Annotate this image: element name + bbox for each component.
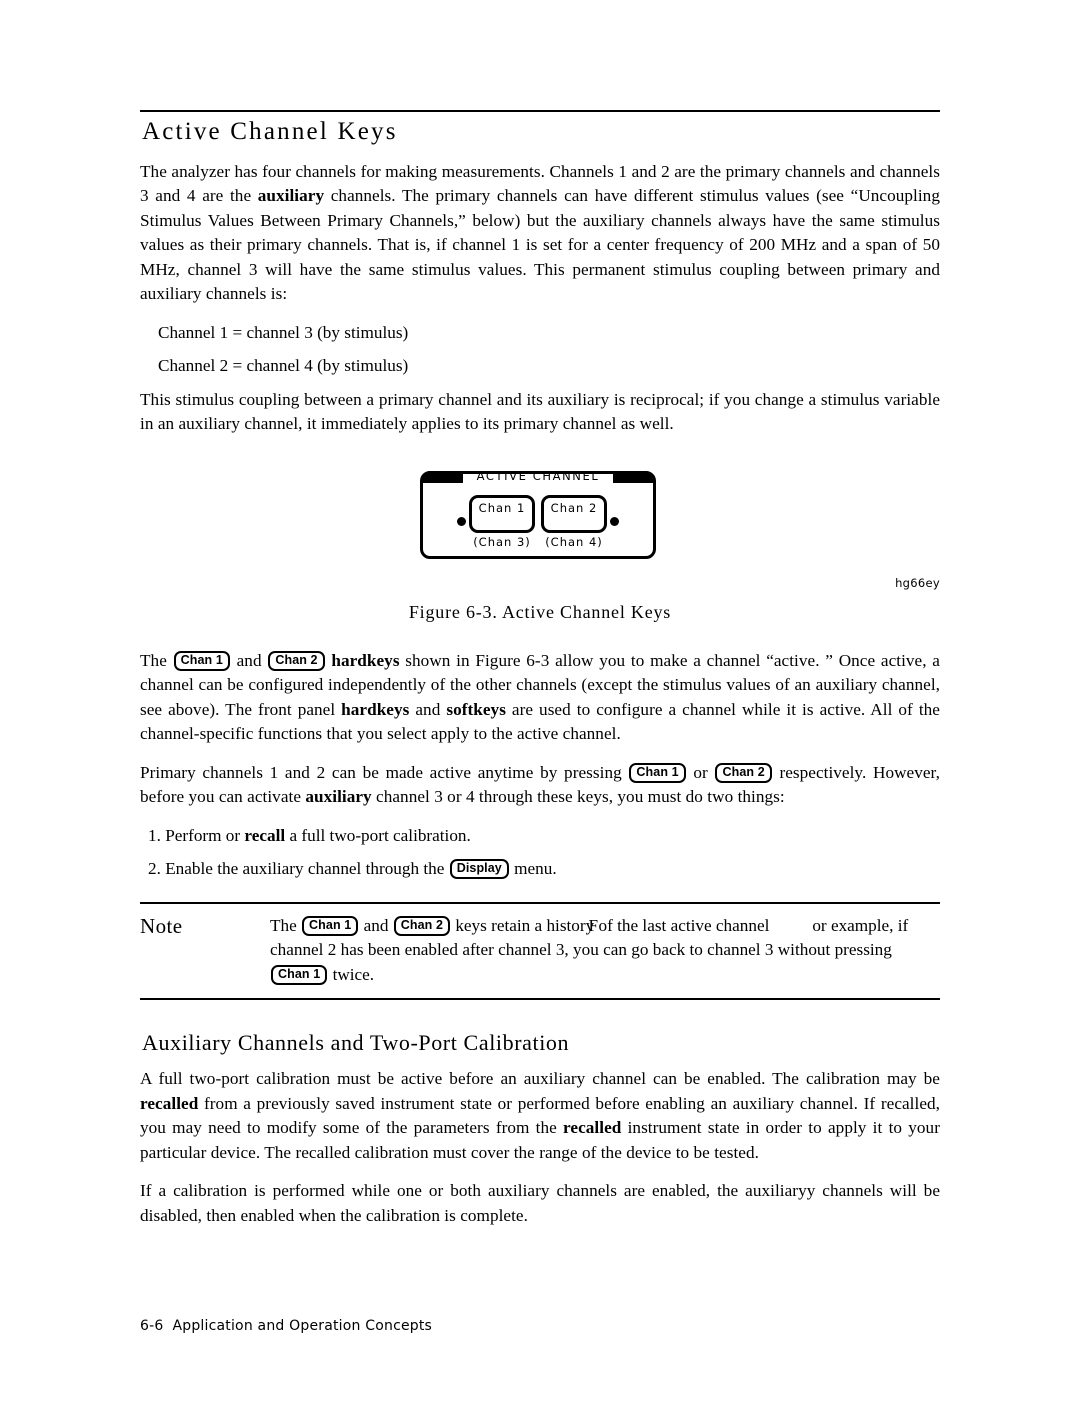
intro-paragraph-1: The analyzer has four channels for makin… <box>140 160 940 307</box>
af-p2-bold-auxiliary: auxiliary <box>305 787 372 806</box>
front-panel-illustration: ACTIVE CHANNEL Chan 1 (Chan 3) Chan 2 (C… <box>420 468 660 559</box>
intro-paragraph-2: This stimulus coupling between a primary… <box>140 389 940 434</box>
note-a: The <box>270 915 302 935</box>
page-title: Active Channel Keys <box>142 118 398 145</box>
footer-label: Application and Operation Concepts <box>172 1318 433 1334</box>
page-content: Active Channel Keys The analyzer has fou… <box>140 110 940 1242</box>
aux-p1-bold-recalled-2: recalled <box>563 1118 622 1138</box>
panel-dot-left-icon <box>457 517 466 526</box>
step1-bold-recall: recall <box>244 825 286 845</box>
panel-title-label: ACTIVE CHANNEL <box>476 468 600 483</box>
step1-a: 1. Perform or <box>148 825 245 845</box>
hardkey-display[interactable]: Display <box>449 859 509 879</box>
hardkey-chan-2-press[interactable]: Chan 2 <box>715 762 772 783</box>
note-c: keys retain a his <box>451 915 567 935</box>
note-rule-bottom <box>140 998 940 1000</box>
panel-bar-right <box>612 470 653 483</box>
hardkey-chan-2-note[interactable]: Chan 2 <box>393 915 451 936</box>
heading-rule <box>140 110 940 112</box>
coupling-line-2: Channel 2 = channel 4 (by stimulus) <box>158 356 409 375</box>
panel-body: Chan 1 (Chan 3) Chan 2 (Chan 4) <box>423 490 653 554</box>
note-block: Note The Chan 1 and Chan 2 keys retain a… <box>140 901 940 1000</box>
note-d: of the last active channel <box>594 915 770 935</box>
after-figure-paragraph-2: Primary channels 1 and 2 can be made act… <box>140 761 940 810</box>
note-overlap-artifact: tory F <box>567 914 599 939</box>
auxiliary-paragraph-2: If a calibration is performed while one … <box>140 1181 940 1225</box>
hardkey-chan-1[interactable]: Chan 1 <box>173 650 230 671</box>
step2-b: menu. <box>509 859 557 878</box>
af-p1-bold-hardkeys: hardkeys <box>325 650 400 670</box>
panel-bar-left <box>423 470 463 483</box>
note-text: The Chan 1 and Chan 2 keys retain a hist… <box>270 914 940 988</box>
af-p1-a: The <box>140 650 173 670</box>
section-title-auxiliary: Auxiliary Channels and Two-Port Calibrat… <box>142 1030 570 1055</box>
af-p1-b: and <box>230 650 268 670</box>
panel-chan4-sublabel: (Chan 4) <box>545 534 603 549</box>
step-2: 2. Enable the auxiliary channel through … <box>148 857 940 882</box>
note-f: twice. <box>328 964 375 984</box>
note-overlap-over: F <box>588 915 599 935</box>
coupling-line-1: Channel 1 = channel 3 (by stimulus) <box>158 322 409 342</box>
panel-key-column-1: Chan 1 (Chan 3) <box>469 494 535 549</box>
note-b: and <box>359 915 393 935</box>
step2-a: 2. Enable the auxiliary channel through … <box>148 859 449 878</box>
figure-id-label: hg66ey <box>895 575 940 590</box>
note-inner: Note The Chan 1 and Chan 2 keys retain a… <box>140 904 940 999</box>
panel-top-bar: ACTIVE CHANNEL <box>422 468 654 484</box>
note-label: Note <box>140 913 183 938</box>
step1-b: a full two-port calibration. <box>285 825 471 845</box>
af-p2-d: channel 3 or 4 through these keys, you m… <box>371 787 785 806</box>
panel-chan2-key[interactable]: Chan 2 <box>541 494 607 533</box>
page-footer: 6-6 Application and Operation Concepts <box>140 1318 432 1334</box>
panel-chan1-key[interactable]: Chan 1 <box>469 494 535 533</box>
panel-chan3-sublabel: (Chan 3) <box>473 534 531 549</box>
hardkey-chan-2[interactable]: Chan 2 <box>268 650 325 671</box>
panel-key-column-2: Chan 2 (Chan 4) <box>541 494 607 549</box>
hardkey-chan-1-press[interactable]: Chan 1 <box>629 762 686 783</box>
aux-p1-bold-recalled-1: recalled <box>140 1093 199 1113</box>
af-p2-a: Primary channels 1 and 2 can be made act… <box>140 762 629 782</box>
panel-dot-right-icon <box>610 517 619 526</box>
figure-active-channel-keys: ACTIVE CHANNEL Chan 1 (Chan 3) Chan 2 (C… <box>140 468 940 623</box>
figure-caption: Figure 6-3. Active Channel Keys <box>408 601 672 622</box>
af-p1-bold-softkeys: softkeys <box>446 699 506 719</box>
af-p2-b: or <box>686 762 715 782</box>
hardkey-chan-1-note-2[interactable]: Chan 1 <box>271 964 328 985</box>
document-page: Active Channel Keys The analyzer has fou… <box>0 0 1080 1404</box>
auxiliary-paragraph-1: A full two-port calibration must be acti… <box>140 1067 940 1165</box>
active-channel-panel: ACTIVE CHANNEL Chan 1 (Chan 3) Chan 2 (C… <box>420 468 656 559</box>
step-1: 1. Perform or recall a full two-port cal… <box>148 824 940 849</box>
af-p1-bold-hardkeys2: hardkeys <box>341 699 410 719</box>
intro-p1-bold-auxiliary: auxiliary <box>257 186 325 205</box>
aux-p1-a: A full two-port calibration must be acti… <box>140 1069 940 1089</box>
af-p1-d: and <box>409 699 447 719</box>
footer-page-number: 6-6 <box>140 1318 164 1334</box>
after-figure-paragraph-1: The Chan 1 and Chan 2 hardkeys shown in … <box>140 649 940 747</box>
hardkey-chan-1-note[interactable]: Chan 1 <box>302 915 359 936</box>
